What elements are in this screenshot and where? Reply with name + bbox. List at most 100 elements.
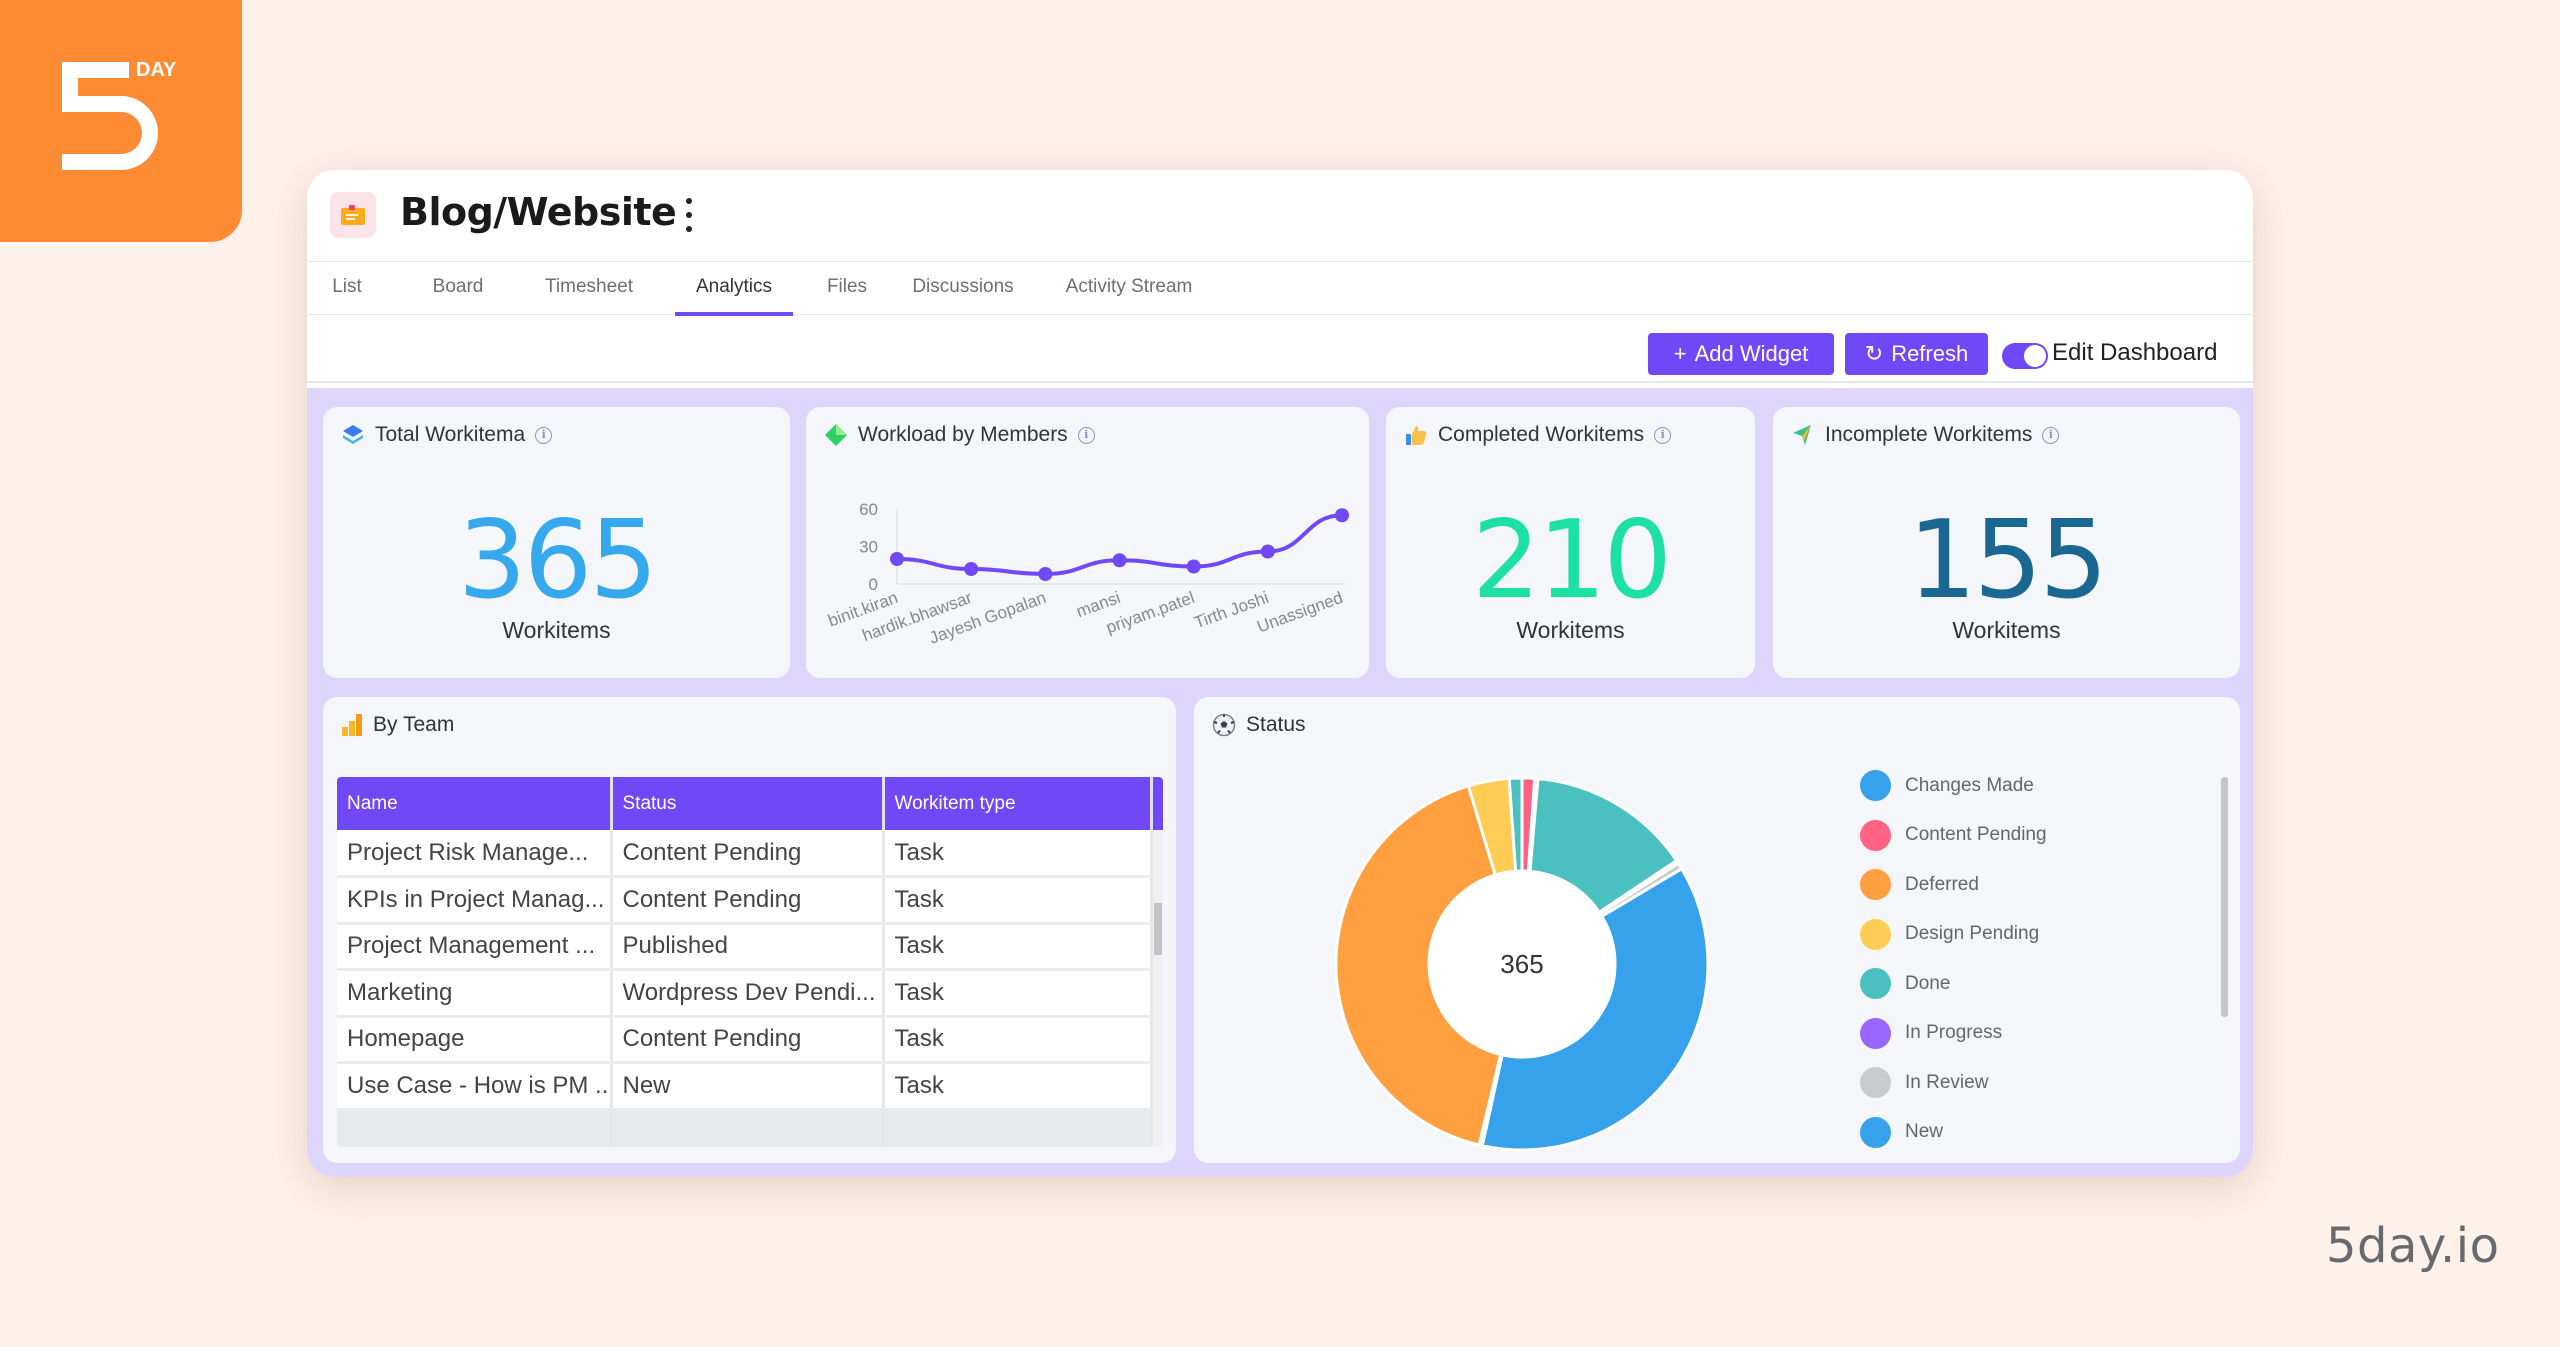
legend-swatch [1860, 819, 1891, 851]
legend-item[interactable]: In Review [1860, 1067, 1988, 1098]
refresh-label: Refresh [1891, 341, 1969, 366]
edit-dashboard-toggle[interactable] [2002, 343, 2048, 369]
widget-title: Total Workitema [375, 423, 526, 446]
incomplete-workitems-widget: Incomplete Workitems i 155 Workitems [1773, 407, 2240, 678]
info-icon[interactable]: i [535, 426, 553, 444]
table-row[interactable]: Project Management ... Published Task [337, 923, 1153, 971]
cell-type: Task [883, 830, 1153, 878]
status-legend: Changes Made Content Pending Deferred Desig… [1860, 770, 2210, 1151]
legend-item[interactable]: Content Pending [1860, 819, 2047, 851]
table-header-row: Name Status Workitem type [337, 777, 1153, 830]
edit-dashboard-label: Edit Dashboard [2052, 339, 2218, 366]
legend-item[interactable]: Done [1860, 968, 1950, 999]
brand-footer: 5day.io [2326, 1218, 2500, 1274]
cell-name[interactable]: Project Management ... [337, 923, 613, 971]
thumbs-up-icon [1406, 426, 1427, 445]
legend-item[interactable]: Design Pending [1860, 918, 2039, 950]
cell-type: Task [883, 876, 1153, 925]
legend-label: Content Pending [1905, 824, 2047, 845]
more-options-icon[interactable] [682, 198, 696, 232]
info-icon[interactable]: i [1654, 426, 1672, 444]
bar-chart-icon [342, 714, 362, 736]
cell-name[interactable]: Use Case - How is PM ... [337, 1062, 613, 1111]
legend-label: Deferred [1905, 873, 1979, 895]
table-scrollbar-thumb[interactable] [1154, 903, 1162, 955]
refresh-icon: ↻ [1864, 341, 1884, 366]
legend-item[interactable]: Changes Made [1860, 770, 2034, 801]
y-tick-label: 30 [859, 538, 878, 557]
legend-label: In Review [1905, 1071, 1989, 1093]
five-day-logo-icon: DAY [62, 59, 177, 170]
legend-swatch [1860, 918, 1891, 950]
tab-discussions[interactable]: Discussions [907, 262, 1019, 315]
by-team-table: Name Status Workitem type Project Risk M… [337, 777, 1163, 1147]
tab-timesheet[interactable]: Timesheet [539, 262, 639, 315]
data-point[interactable] [1260, 544, 1275, 559]
folder-icon [330, 192, 376, 238]
x-tick-label: Unassigned [1255, 588, 1346, 637]
page-title: Blog/Website [400, 190, 677, 234]
kpi-unit: Workitems [1952, 617, 2061, 643]
legend-swatch [1860, 1116, 1891, 1148]
tab-list[interactable]: List [327, 262, 367, 315]
y-tick-label: 0 [869, 575, 878, 594]
legend-item[interactable]: In Progress [1860, 1017, 2003, 1049]
total-workitems-widget: Total Workitema i 365 Workitems [323, 407, 790, 678]
table-row[interactable]: Homepage Content Pending Task [337, 1016, 1153, 1064]
add-widget-button[interactable]: + Add Widget [1648, 333, 1834, 375]
brand-logo: DAY [0, 0, 242, 242]
column-header-status[interactable]: Status [611, 777, 885, 830]
widget-title: By Team [373, 713, 455, 736]
data-point[interactable] [1038, 567, 1053, 581]
cell-name[interactable]: KPIs in Project Manag... [337, 876, 613, 925]
cell-status: Content Pending [611, 1016, 885, 1064]
legend-label: Changes Made [1905, 774, 2034, 796]
data-point[interactable] [890, 552, 904, 566]
layers-icon [343, 425, 363, 444]
completed-workitems-widget: Completed Workitems i 210 Workitems [1386, 407, 1755, 678]
cell-type: Task [883, 1062, 1153, 1111]
data-point[interactable] [964, 562, 979, 576]
y-tick-label: 60 [859, 500, 878, 519]
cell-name[interactable]: Homepage [337, 1016, 613, 1064]
info-icon[interactable]: i [2042, 426, 2060, 444]
kpi-value: 210 [1471, 498, 1672, 623]
legend-swatch [1860, 869, 1891, 900]
legend-scrollbar[interactable] [2221, 777, 2228, 1017]
table-scrollbar[interactable] [1153, 777, 1163, 1147]
paper-plane-icon [1793, 425, 1811, 445]
project-header: Blog/Website [307, 170, 2253, 262]
table-row[interactable]: KPIs in Project Manag... Content Pending… [337, 876, 1153, 925]
tab-bar: List Board Timesheet Analytics Files Dis… [307, 262, 2253, 316]
tab-analytics[interactable]: Analytics [675, 262, 793, 316]
cell-type: Task [883, 923, 1153, 971]
column-header-name[interactable]: Name [337, 777, 613, 830]
table-row[interactable]: Marketing Wordpress Dev Pendi... Task [337, 969, 1153, 1018]
cell-name[interactable]: Marketing [337, 969, 613, 1018]
tab-activity-stream[interactable]: Activity Stream [1059, 262, 1199, 315]
column-header-workitem-type[interactable]: Workitem type [883, 777, 1153, 830]
cell-status: Content Pending [611, 876, 885, 925]
workload-by-members-widget: Workload by Members i 0 30 60 binit.kiran ha… [806, 407, 1369, 678]
by-team-widget: By Team Name Status Workitem type Projec… [323, 697, 1176, 1163]
cell-status: Content Pending [611, 830, 885, 878]
svg-text:DAY: DAY [136, 59, 177, 81]
data-point[interactable] [1112, 553, 1127, 568]
legend-swatch [1860, 770, 1891, 801]
legend-item[interactable]: New [1860, 1116, 1943, 1148]
cell-type: Task [883, 1016, 1153, 1064]
legend-item[interactable]: Deferred [1860, 869, 1979, 900]
add-widget-label: Add Widget [1694, 341, 1809, 366]
legend-swatch [1860, 1067, 1891, 1098]
table-row[interactable]: Use Case - How is PM ... New Task [337, 1062, 1153, 1111]
widget-title: Incomplete Workitems [1825, 423, 2033, 446]
refresh-button[interactable]: ↻ Refresh [1845, 333, 1988, 375]
tab-files[interactable]: Files [822, 262, 872, 315]
legend-label: In Progress [1905, 1022, 2003, 1043]
data-point[interactable] [1335, 508, 1349, 523]
cell-name[interactable]: Project Risk Manage... [337, 830, 613, 878]
table-row[interactable]: Project Risk Manage... Content Pending T… [337, 830, 1153, 878]
data-point[interactable] [1186, 559, 1201, 574]
cell-status: Published [611, 923, 885, 971]
tab-board[interactable]: Board [427, 262, 489, 315]
